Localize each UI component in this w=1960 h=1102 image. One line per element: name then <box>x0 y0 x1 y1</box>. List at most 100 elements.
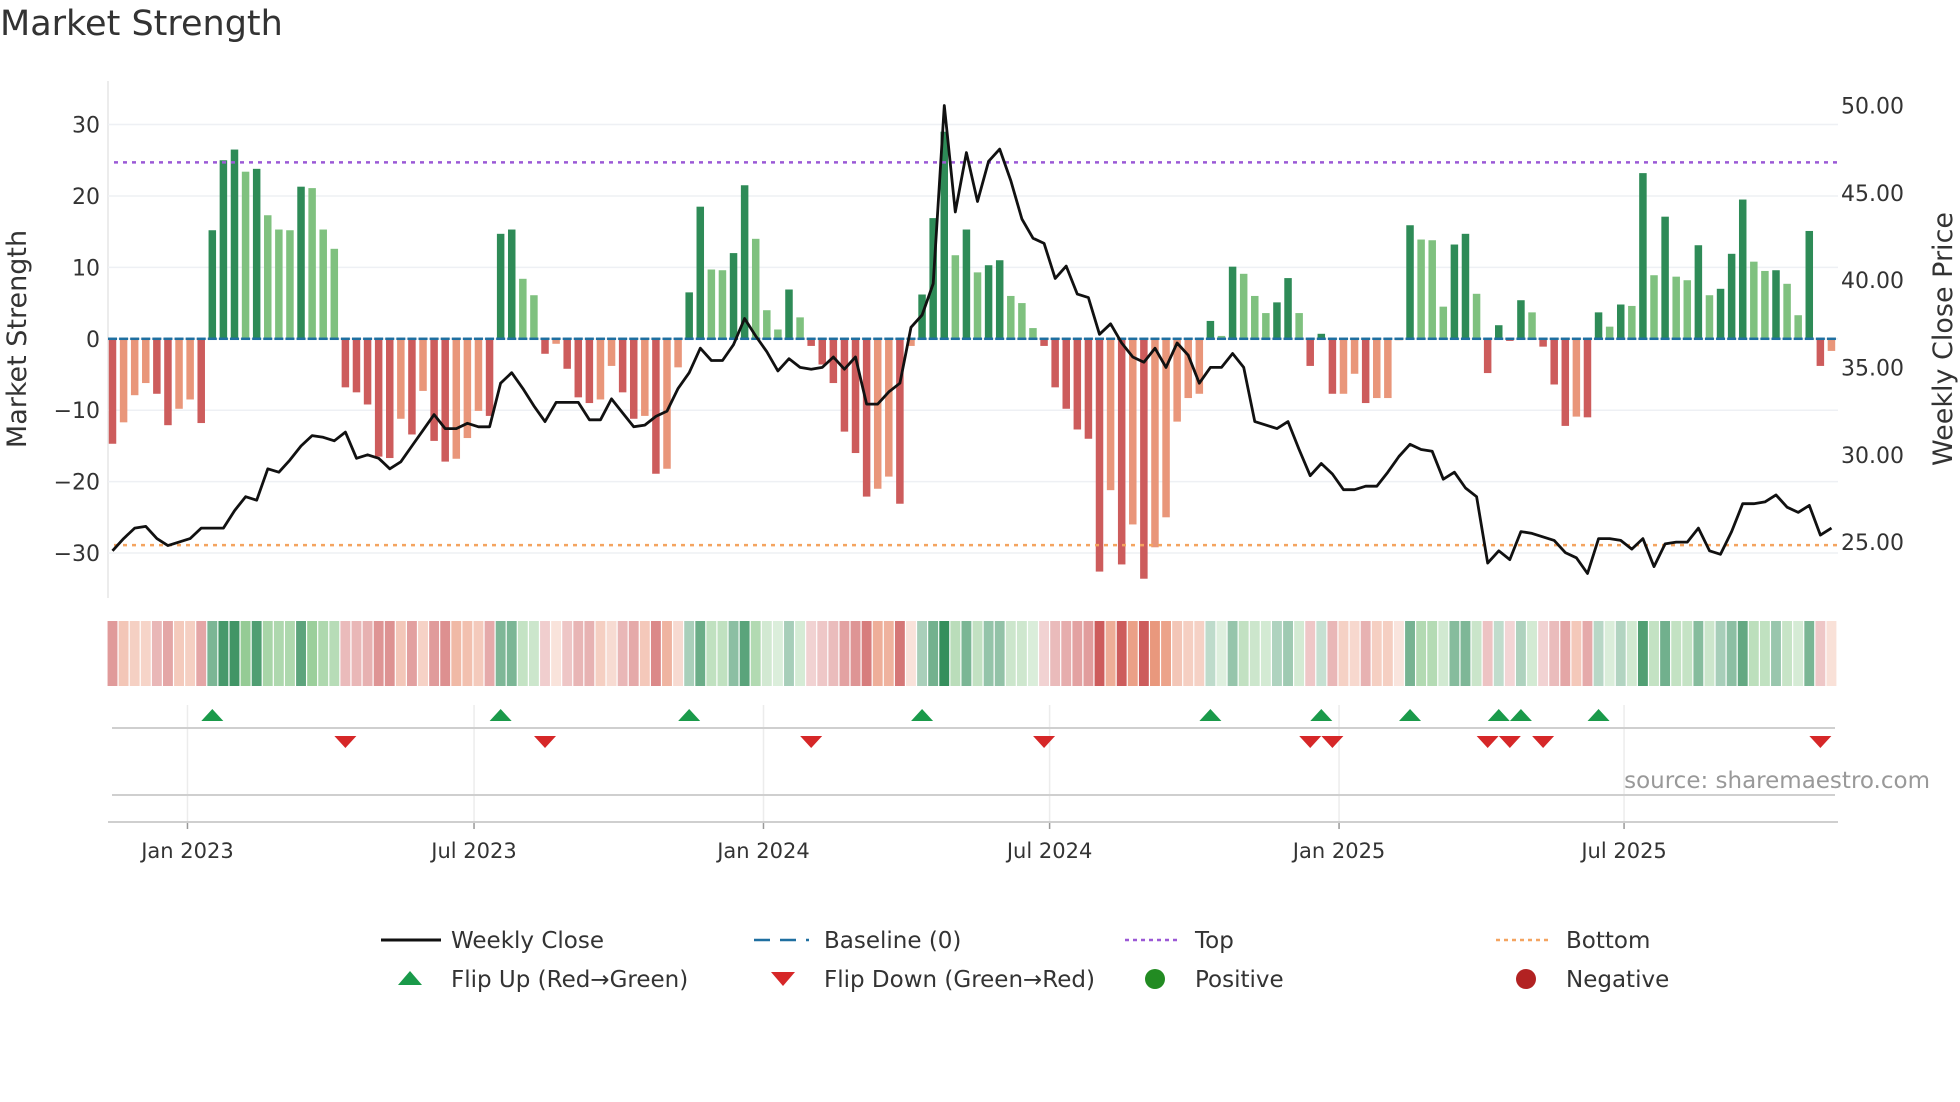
y2-tick-label: 40.00 <box>1841 269 1904 294</box>
strength-bar <box>1284 278 1292 339</box>
strength-bar <box>1772 270 1780 339</box>
regime-strip-cell <box>828 621 839 686</box>
regime-strip-cell <box>373 621 384 686</box>
y-tick-label: 30 <box>72 114 100 139</box>
regime-strip-cell <box>262 621 273 686</box>
strength-bar <box>275 229 283 339</box>
strength-bar <box>363 338 372 405</box>
strength-bar <box>1461 233 1470 339</box>
regime-strip-cell <box>1061 621 1072 686</box>
strength-bar <box>1084 338 1093 439</box>
regime-strip-cell <box>1260 621 1271 686</box>
regime-strip-cell <box>1416 621 1427 686</box>
regime-strip-cell <box>307 621 318 686</box>
y-tick-label: 10 <box>72 256 100 281</box>
strength-bar <box>485 338 494 416</box>
strength-bar <box>441 338 449 462</box>
regime-strip-cell <box>1327 621 1338 686</box>
y-tick-label: 20 <box>72 185 100 210</box>
flip-down-marker <box>1532 736 1555 748</box>
x-tick-label: Jul 2025 <box>1579 839 1666 863</box>
regime-strip-cell <box>185 621 196 686</box>
regime-strip-cell <box>617 621 628 686</box>
regime-strip-cell <box>1482 621 1493 686</box>
regime-strip-cell <box>1094 621 1105 686</box>
regime-strip-cell <box>1039 621 1050 686</box>
regime-strip-cell <box>329 621 340 686</box>
strength-bar <box>885 338 893 477</box>
flip-down-marker <box>1809 736 1832 748</box>
flip-up-marker <box>1399 709 1422 721</box>
strength-bar <box>1616 304 1625 339</box>
regime-strip-cell <box>1793 621 1804 686</box>
regime-strip-cell <box>1338 621 1349 686</box>
strength-bar <box>541 338 549 354</box>
strength-bar <box>1406 225 1414 339</box>
regime-strip-cell <box>662 621 672 686</box>
regime-strip-cell <box>1826 621 1837 686</box>
regime-strip-cell <box>1649 621 1659 686</box>
flip-down-marker <box>1299 736 1322 748</box>
regime-strip-cell <box>1427 621 1438 686</box>
legend-label: Flip Down (Green→Red) <box>824 967 1095 993</box>
regime-strip-cell <box>107 621 118 686</box>
regime-strip-cell <box>340 621 351 686</box>
strength-bar <box>386 338 394 459</box>
strength-bar <box>1716 288 1725 339</box>
strength-bar <box>1062 338 1070 409</box>
strength-bar <box>1483 338 1492 374</box>
regime-strip-cell <box>595 621 606 686</box>
strength-bar <box>796 317 804 339</box>
regime-strip-cell <box>1671 621 1682 686</box>
strength-bar <box>1195 338 1204 394</box>
regime-strip-cell <box>650 621 661 686</box>
strength-bar <box>1328 338 1337 394</box>
regime-strip-cell <box>1504 621 1515 686</box>
regime-strip-cell <box>140 621 151 686</box>
regime-strip-cell <box>1715 621 1726 686</box>
regime-strip-cell <box>994 621 1005 686</box>
regime-strip-cell <box>1538 621 1549 686</box>
strength-bar <box>1561 338 1570 426</box>
regime-strip-cell <box>1771 621 1781 686</box>
regime-strip-cell <box>1660 621 1671 686</box>
strength-bar <box>596 338 605 400</box>
strength-bar <box>1350 338 1359 374</box>
flip-down-marker <box>534 736 557 748</box>
y2-tick-label: 30.00 <box>1841 444 1904 469</box>
regime-strip-cell <box>1438 621 1449 686</box>
strength-bar <box>341 338 350 388</box>
regime-strip-cell <box>473 621 484 686</box>
strength-bar <box>1450 244 1459 339</box>
strength-bar <box>818 338 827 365</box>
regime-strip-cell <box>1393 621 1404 686</box>
regime-strip-cell <box>1560 621 1571 686</box>
regime-strip-cell <box>1704 621 1715 686</box>
regime-strip-cell <box>1693 621 1704 686</box>
regime-strip-cell <box>1549 621 1560 686</box>
legend-label: Weekly Close <box>451 928 604 954</box>
regime-strip-cell <box>1726 621 1737 686</box>
regime-strip-cell <box>761 621 772 686</box>
flip-up-marker <box>911 709 934 721</box>
strength-bar <box>308 188 316 339</box>
x-tick-label: Jan 2023 <box>139 839 234 863</box>
regime-strip-cell <box>1782 621 1793 686</box>
regime-strip-cell <box>1005 621 1016 686</box>
regime-strip-cell <box>395 621 406 686</box>
y-tick-label: −10 <box>54 399 100 424</box>
strength-bar <box>452 338 461 459</box>
strength-bar <box>1361 338 1370 404</box>
regime-strip-cell <box>817 621 828 686</box>
strength-bar <box>1805 230 1814 339</box>
regime-strip-cell <box>1460 621 1471 686</box>
strength-bar <box>1517 300 1525 339</box>
strength-bar <box>574 338 583 398</box>
regime-strip-cell <box>462 621 473 686</box>
strength-bar <box>430 338 438 441</box>
flip-up-marker <box>1199 709 1222 721</box>
regime-strip-cell <box>1449 621 1460 686</box>
strength-bar <box>1117 338 1126 565</box>
regime-strip-cell <box>950 621 961 686</box>
regime-strip-cell <box>872 621 883 686</box>
